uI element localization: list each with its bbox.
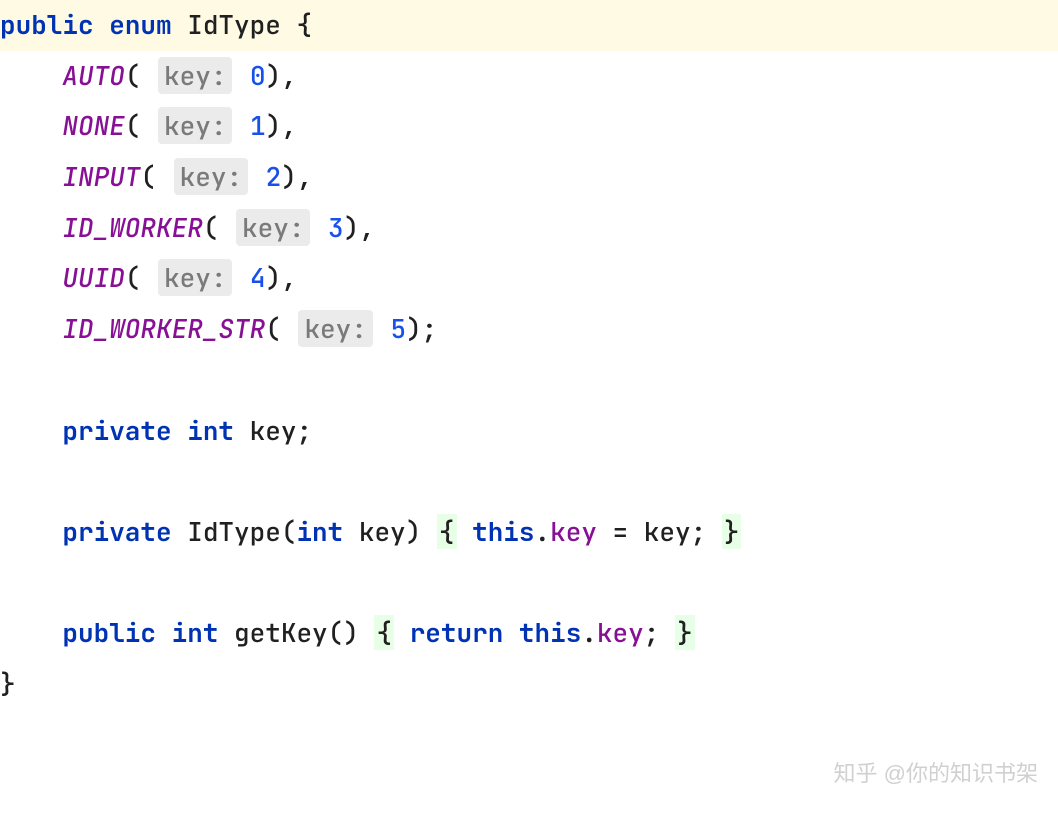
number-literal: 3 <box>328 210 344 245</box>
code-line-empty <box>0 355 1058 406</box>
code-line: public int getKey() { return this.key; } <box>0 608 1058 659</box>
enum-constant: ID_WORKER <box>62 210 202 245</box>
enum-constant: ID_WORKER_STR <box>62 311 265 346</box>
constructor-name: IdType <box>187 514 281 549</box>
enum-constant: AUTO <box>62 58 124 93</box>
number-literal: 2 <box>266 159 282 194</box>
code-line-empty <box>0 456 1058 507</box>
identifier: key <box>644 514 691 549</box>
keyword-this: this <box>472 514 534 549</box>
keyword-return: return <box>410 615 504 650</box>
code-line: INPUT( key: 2), <box>0 152 1058 203</box>
code-line: ID_WORKER_STR( key: 5); <box>0 304 1058 355</box>
brace-open-folded: { <box>374 615 394 650</box>
enum-constant: NONE <box>62 108 124 143</box>
keyword-private: private <box>62 514 171 549</box>
brace-close: } <box>0 666 16 701</box>
code-line: AUTO( key: 0), <box>0 51 1058 102</box>
keyword-int: int <box>172 615 219 650</box>
field-ref: key <box>597 615 644 650</box>
param-hint: key: <box>298 310 372 347</box>
keyword-public: public <box>62 615 156 650</box>
code-line: private int key; <box>0 406 1058 457</box>
keyword-this: this <box>519 615 581 650</box>
field-ref: key <box>550 514 597 549</box>
number-literal: 0 <box>250 58 266 93</box>
code-line: private IdType(int key) { this.key = key… <box>0 507 1058 558</box>
enum-constant: UUID <box>62 260 124 295</box>
param-hint: key: <box>174 158 248 195</box>
keyword-int: int <box>296 514 343 549</box>
method-name: getKey <box>234 615 328 650</box>
param-hint: key: <box>158 57 232 94</box>
param-hint: key: <box>236 209 310 246</box>
code-line: public enum IdType { <box>0 0 1058 51</box>
enum-constant: INPUT <box>62 159 140 194</box>
field-name: key <box>250 413 297 448</box>
keyword-private: private <box>62 413 171 448</box>
keyword-enum: enum <box>109 7 171 42</box>
code-line-empty <box>0 558 1058 609</box>
watermark: 知乎 @你的知识书架 <box>834 753 1038 796</box>
code-editor[interactable]: public enum IdType { AUTO( key: 0), NONE… <box>0 0 1058 710</box>
class-name: IdType <box>187 7 281 42</box>
keyword-int: int <box>187 413 234 448</box>
number-literal: 1 <box>250 108 266 143</box>
keyword-public: public <box>0 7 94 42</box>
number-literal: 5 <box>390 311 406 346</box>
brace-close-folded: } <box>675 615 695 650</box>
param-hint: key: <box>158 259 232 296</box>
brace-open: { <box>296 7 312 42</box>
code-line: NONE( key: 1), <box>0 101 1058 152</box>
code-line: } <box>0 659 1058 710</box>
number-literal: 4 <box>250 260 266 295</box>
param-name: key <box>359 514 406 549</box>
code-line: ID_WORKER( key: 3), <box>0 203 1058 254</box>
brace-open-folded: { <box>437 514 457 549</box>
code-line: UUID( key: 4), <box>0 253 1058 304</box>
brace-close-folded: } <box>722 514 742 549</box>
param-hint: key: <box>158 107 232 144</box>
